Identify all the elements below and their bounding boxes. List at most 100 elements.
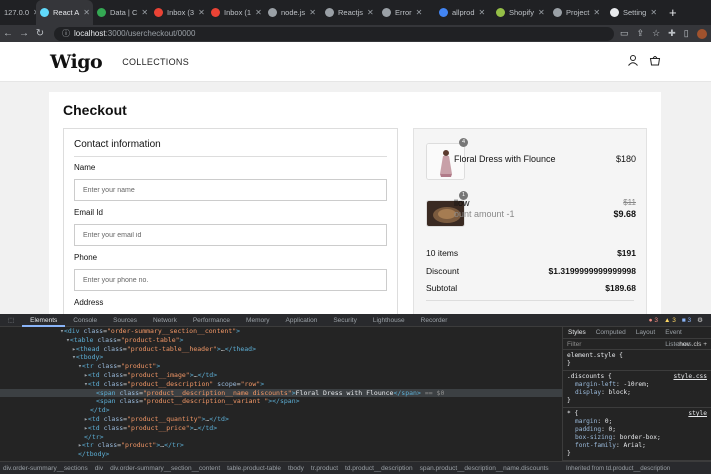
dom-node-line[interactable]: <span class="product__description__varia…: [0, 397, 562, 406]
browser-tab[interactable]: Shopify ✕: [492, 0, 549, 25]
breadcrumb-item[interactable]: td.product__description: [345, 465, 413, 472]
sidepanel-icon[interactable]: ▯: [684, 28, 689, 39]
tab-label: Setting: [623, 8, 647, 17]
browser-tab[interactable]: Inbox (3 ✕: [150, 0, 207, 25]
css-property[interactable]: display: block;: [567, 389, 707, 397]
close-tab-icon[interactable]: ✕: [309, 8, 316, 17]
css-property[interactable]: box-sizing: border-box;: [567, 434, 707, 442]
info-count-badge[interactable]: ■ 3: [682, 317, 691, 324]
dom-node-line[interactable]: <span class="product__description__name …: [0, 388, 562, 398]
browser-tab[interactable]: allprod ✕: [435, 0, 492, 25]
dom-node-line[interactable]: ▾<table class="product-table">: [0, 336, 562, 345]
tab-search-icon[interactable]: ▭: [620, 28, 629, 39]
dom-node-line[interactable]: ▾<td class="product__description" scope=…: [0, 380, 562, 389]
devtools-tab-performance[interactable]: Performance: [185, 314, 238, 327]
discounts-style-rule[interactable]: .discounts { style.css margin-left: -10r…: [563, 371, 711, 408]
close-tab-icon[interactable]: ✕: [367, 8, 374, 17]
user-account-icon[interactable]: [627, 54, 639, 69]
close-tab-icon[interactable]: ✕: [255, 8, 262, 17]
css-property[interactable]: font-family: Arial;: [567, 442, 707, 450]
site-logo[interactable]: Wigo: [50, 51, 103, 73]
devtools-tab-memory[interactable]: Memory: [238, 314, 277, 327]
dom-node-line[interactable]: ▾<div class="order-summary__section__con…: [0, 327, 562, 336]
phone-label: Phone: [74, 253, 98, 262]
devtools-tab-elements[interactable]: Elements: [22, 314, 66, 327]
css-property[interactable]: padding: 0;: [567, 426, 707, 434]
dom-node-line[interactable]: </tr>: [0, 433, 562, 442]
browser-tab[interactable]: Error ✕: [378, 0, 435, 25]
style-source-link[interactable]: style: [688, 410, 707, 418]
dom-node-line[interactable]: ▾<tbody>: [0, 353, 562, 362]
browser-tab[interactable]: node.js ✕: [264, 0, 321, 25]
address-bar[interactable]: ⓘ localhost:3000/usercheckout/0000: [54, 26, 614, 41]
nav-collections-link[interactable]: COLLECTIONS: [122, 57, 189, 67]
site-info-icon[interactable]: ⓘ: [62, 28, 70, 39]
style-source-link[interactable]: style.css: [673, 373, 707, 381]
devtools-tab-network[interactable]: Network: [145, 314, 185, 327]
forward-icon[interactable]: →: [16, 28, 32, 39]
reload-icon[interactable]: ↻: [32, 28, 48, 39]
dom-node-line[interactable]: ▸<td class="product__price">…</td>: [0, 424, 562, 433]
close-tab-icon[interactable]: ✕: [83, 8, 90, 17]
close-tab-icon[interactable]: ✕: [650, 8, 657, 17]
dom-node-line[interactable]: </tbody>: [0, 450, 562, 459]
browser-tab[interactable]: Data | C ✕: [93, 0, 150, 25]
breadcrumb-item[interactable]: tbody: [288, 465, 304, 472]
name-input[interactable]: [74, 179, 387, 201]
breadcrumb-item[interactable]: span.product__description__name.discount…: [420, 465, 549, 472]
dom-node-line[interactable]: ▾<tr class="product">: [0, 362, 562, 371]
styles-tab-layout[interactable]: Layout: [631, 327, 661, 338]
breadcrumb-item[interactable]: div.order-summary__sections: [3, 465, 88, 472]
close-tab-icon[interactable]: ✕: [198, 8, 205, 17]
devtools-tab-recorder[interactable]: Recorder: [413, 314, 456, 327]
devtools-tab-console[interactable]: Console: [65, 314, 105, 327]
devtools-settings-icon[interactable]: ⚙: [697, 316, 703, 324]
browser-tab[interactable]: Inbox (1 ✕: [207, 0, 264, 25]
phone-input[interactable]: [74, 269, 387, 291]
browser-tab[interactable]: Setting ✕: [606, 0, 663, 25]
new-tab-button[interactable]: +: [669, 5, 677, 20]
dom-node-line[interactable]: ▸<tr class="product">…</tr>: [0, 441, 562, 450]
dom-breadcrumbs: div.order-summary__sections div div.order-…: [0, 461, 562, 474]
close-tab-icon[interactable]: ✕: [141, 8, 148, 17]
warning-count-badge[interactable]: ▲ 3: [664, 317, 676, 324]
css-property[interactable]: margin-left: -10rem;: [567, 381, 707, 389]
browser-tab[interactable]: Reactjs ✕: [321, 0, 378, 25]
profile-avatar[interactable]: [696, 28, 707, 39]
universal-style-rule[interactable]: * { style margin: 0; padding: 0; box-sizin…: [563, 408, 711, 461]
dom-node-line[interactable]: ▸<td class="product__image">…</td>: [0, 371, 562, 380]
close-tab-icon[interactable]: ✕: [538, 8, 545, 17]
inspect-element-icon[interactable]: ⬚: [0, 314, 22, 327]
devtools-tab-lighthouse[interactable]: Lighthouse: [365, 314, 413, 327]
bookmark-star-icon[interactable]: ☆: [652, 28, 660, 39]
elements-dom-tree[interactable]: ▾<div class="order-summary__section__con…: [0, 327, 562, 461]
breadcrumb-item[interactable]: div: [95, 465, 103, 472]
error-count-badge[interactable]: ● 3: [649, 317, 658, 324]
close-tab-icon[interactable]: ✕: [416, 8, 423, 17]
close-tab-icon[interactable]: ✕: [593, 8, 600, 17]
extensions-icon[interactable]: ✚: [668, 28, 676, 39]
dom-node-line[interactable]: ▸<thead class="product-table__header">…<…: [0, 345, 562, 354]
breadcrumb-item[interactable]: table.product-table: [227, 465, 281, 472]
browser-tab[interactable]: React A ✕: [36, 0, 93, 25]
devtools-tab-security[interactable]: Security: [325, 314, 364, 327]
breadcrumb-item[interactable]: tr.product: [311, 465, 338, 472]
element-style-rule[interactable]: element.style {}: [563, 350, 711, 371]
styles-tab-styles[interactable]: Styles: [563, 327, 591, 338]
share-icon[interactable]: ⇪: [637, 28, 645, 39]
browser-tab[interactable]: Project ✕: [549, 0, 606, 25]
hov-cls-toggles[interactable]: :hov .cls +: [678, 341, 707, 348]
browser-tab[interactable]: 127.0.0✕: [0, 0, 36, 25]
back-icon[interactable]: ←: [0, 28, 16, 39]
dom-node-line[interactable]: </td>: [0, 406, 562, 415]
css-property[interactable]: margin: 0;: [567, 418, 707, 426]
breadcrumb-item[interactable]: div.order-summary__section__content: [110, 465, 220, 472]
close-tab-icon[interactable]: ✕: [479, 8, 486, 17]
devtools-tab-application[interactable]: Application: [278, 314, 326, 327]
styles-tab-computed[interactable]: Computed: [591, 327, 631, 338]
shopping-bag-icon[interactable]: [649, 54, 661, 69]
styles-tab-event-listeners[interactable]: Event Listeners: [660, 327, 711, 348]
email-input[interactable]: [74, 224, 387, 246]
devtools-tab-sources[interactable]: Sources: [105, 314, 145, 327]
dom-node-line[interactable]: ▸<td class="product__quantity">…</td>: [0, 415, 562, 424]
